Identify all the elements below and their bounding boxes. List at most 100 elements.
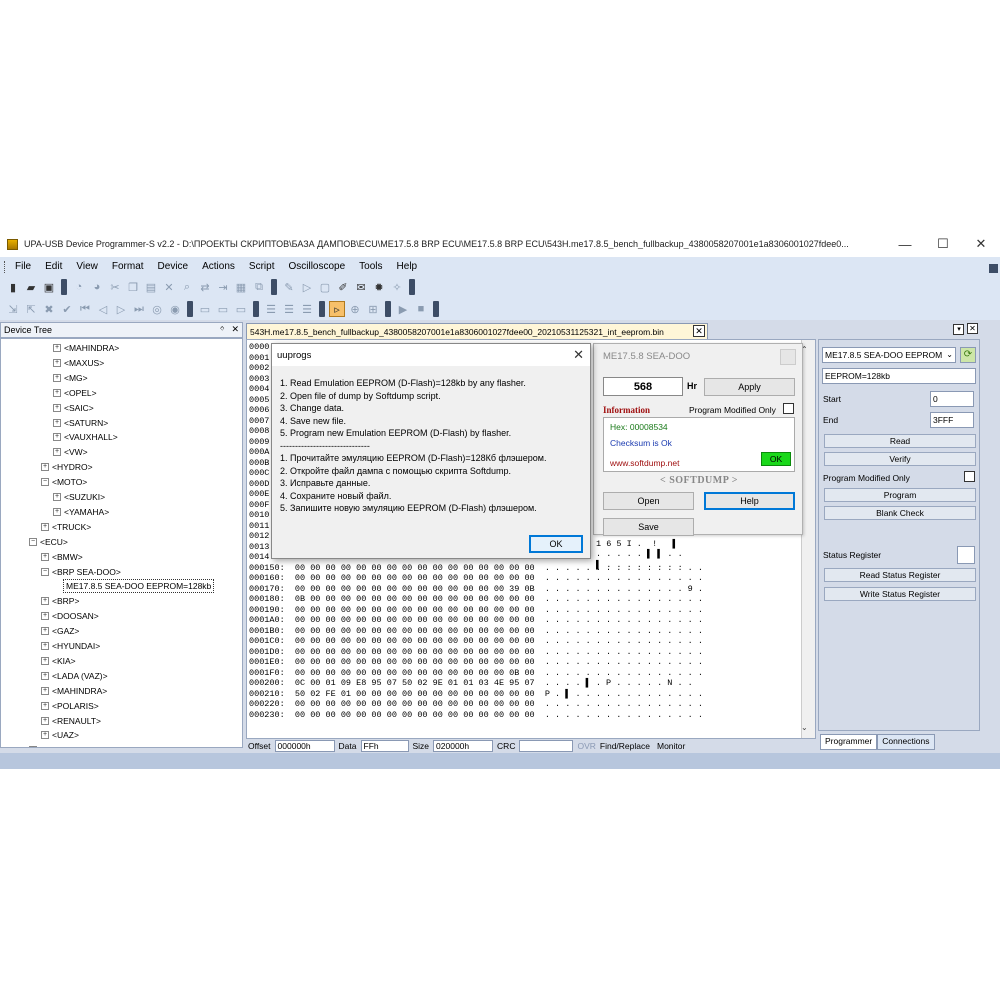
read-status-register-button[interactable]: Read Status Register bbox=[824, 568, 976, 582]
cut-icon[interactable]: ✂ bbox=[107, 279, 123, 295]
write-icon[interactable]: ⇱ bbox=[23, 301, 39, 317]
stop-square-icon[interactable]: ■ bbox=[413, 301, 429, 317]
hex-row[interactable]: 0007 bbox=[249, 416, 269, 426]
next-icon[interactable]: ▷ bbox=[113, 301, 129, 317]
select-icon[interactable]: ▹ bbox=[329, 301, 345, 317]
write-status-register-button[interactable]: Write Status Register bbox=[824, 587, 976, 601]
offset-field[interactable]: 000000h bbox=[274, 740, 335, 752]
hex-row[interactable]: 000160: 00 00 00 00 00 00 00 00 00 00 00… bbox=[249, 573, 703, 583]
menu-help[interactable]: Help bbox=[390, 261, 425, 272]
crc-field[interactable] bbox=[519, 740, 574, 752]
tools-icon[interactable]: ✧ bbox=[389, 279, 405, 295]
hex-row[interactable]: 0003 bbox=[249, 374, 269, 384]
monitor-link[interactable]: Monitor bbox=[657, 741, 685, 751]
read-icon[interactable]: ⇲ bbox=[5, 301, 21, 317]
maximize-button[interactable]: ☐ bbox=[924, 231, 962, 257]
hex-row[interactable]: 000F bbox=[249, 500, 269, 510]
zoom-icon[interactable]: ⊕ bbox=[347, 301, 363, 317]
hex-row[interactable]: 000A bbox=[249, 447, 269, 457]
dropdown-icon[interactable]: ▾ bbox=[953, 324, 965, 335]
hex-row[interactable]: 000180: 0B 00 00 00 00 00 00 00 00 00 00… bbox=[249, 594, 703, 604]
hex-row[interactable]: 0001D0: 00 00 00 00 00 00 00 00 00 00 00… bbox=[249, 647, 703, 657]
menu-overflow-icon[interactable] bbox=[989, 264, 998, 273]
hex-row[interactable]: 0013 bbox=[249, 542, 269, 552]
erase-icon[interactable]: ✖ bbox=[41, 301, 57, 317]
replace-icon[interactable]: ⇄ bbox=[197, 279, 213, 295]
menu-device[interactable]: Device bbox=[151, 261, 196, 272]
menu-format[interactable]: Format bbox=[105, 261, 151, 272]
script-icon[interactable]: ✎ bbox=[281, 279, 297, 295]
dialog-ok-button[interactable]: OK bbox=[529, 535, 583, 553]
collapse-icon[interactable]: − bbox=[41, 567, 49, 576]
editor-tab[interactable]: 543H.me17.8.5_bench_fullbackup_438005820… bbox=[246, 323, 708, 339]
tree-node[interactable]: + <POLARIS> bbox=[41, 699, 99, 713]
tree-node[interactable]: + <OPEL> bbox=[53, 386, 97, 400]
menu-tools[interactable]: Tools bbox=[352, 261, 389, 272]
program-button[interactable]: Program bbox=[824, 488, 976, 502]
format3-icon[interactable]: ☰ bbox=[299, 301, 315, 317]
expand-icon[interactable]: + bbox=[53, 448, 61, 457]
find-replace-link[interactable]: Find/Replace bbox=[600, 741, 650, 751]
script-manager-icon[interactable]: ✉ bbox=[353, 279, 369, 295]
expand-icon[interactable]: + bbox=[41, 463, 49, 472]
refresh-icon[interactable]: ⟳ bbox=[960, 347, 976, 363]
expand-icon[interactable]: + bbox=[41, 552, 49, 561]
sd-program-modified-only-checkbox[interactable] bbox=[783, 403, 794, 414]
expand-icon[interactable]: + bbox=[41, 731, 49, 740]
hex-row[interactable]: 0001F0: 00 00 00 00 00 00 00 00 00 00 00… bbox=[249, 668, 703, 678]
hex-row[interactable]: 000C bbox=[249, 468, 269, 478]
expand-icon[interactable]: + bbox=[41, 627, 49, 636]
hex-row[interactable]: 0000 bbox=[249, 342, 269, 352]
hex-row[interactable]: 0008 bbox=[249, 426, 269, 436]
softdump-close-button[interactable] bbox=[780, 349, 796, 365]
hex-row[interactable]: 0011 bbox=[249, 521, 269, 531]
expand-icon[interactable]: + bbox=[41, 671, 49, 680]
tree-node[interactable]: + <KIA> bbox=[41, 654, 76, 668]
tree-node[interactable]: − <BRP SEA-DOO> bbox=[41, 565, 121, 579]
menu-edit[interactable]: Edit bbox=[38, 261, 69, 272]
format2-icon[interactable]: ☰ bbox=[281, 301, 297, 317]
view3-icon[interactable]: ▭ bbox=[233, 301, 249, 317]
close-window-button[interactable]: ✕ bbox=[962, 231, 1000, 257]
hours-input[interactable]: 568 bbox=[603, 377, 683, 396]
expand-icon[interactable]: + bbox=[41, 701, 49, 710]
blank-check-button[interactable]: Blank Check bbox=[824, 506, 976, 520]
hex-row[interactable]: 0004 bbox=[249, 384, 269, 394]
minimize-button[interactable]: — bbox=[886, 231, 924, 257]
view1-icon[interactable]: ▭ bbox=[197, 301, 213, 317]
hex-row[interactable]: 0001C0: 00 00 00 00 00 00 00 00 00 00 00… bbox=[249, 636, 703, 646]
tree-node[interactable]: − <ECU> bbox=[29, 535, 68, 549]
start-input[interactable]: 0 bbox=[930, 391, 974, 407]
hex-row[interactable]: 0005 bbox=[249, 395, 269, 405]
tree-node[interactable]: + <BRP> bbox=[41, 594, 79, 608]
tree-node[interactable]: + <YAMAHA> bbox=[53, 505, 109, 519]
hex-row[interactable]: 000D bbox=[249, 479, 269, 489]
tab-connections[interactable]: Connections bbox=[877, 734, 935, 750]
hex-row[interactable]: 000230: 00 00 00 00 00 00 00 00 00 00 00… bbox=[249, 710, 703, 720]
verify-button[interactable]: Verify bbox=[824, 452, 976, 466]
menu-script[interactable]: Script bbox=[242, 261, 282, 272]
hex-row[interactable]: 0010 bbox=[249, 510, 269, 520]
apply-button[interactable]: Apply bbox=[704, 378, 795, 396]
open-folder-icon[interactable]: ▰ bbox=[23, 279, 39, 295]
tree-node[interactable]: + <HYUNDAI> bbox=[41, 639, 100, 653]
open-button[interactable]: Open bbox=[603, 492, 694, 510]
expand-icon[interactable]: + bbox=[41, 612, 49, 621]
goto-icon[interactable]: ⇥ bbox=[215, 279, 231, 295]
tree-node[interactable]: + <SAIC> bbox=[53, 401, 94, 415]
close-tab-icon[interactable]: ✕ bbox=[693, 325, 705, 337]
hex-row[interactable]: 0001E0: 00 00 00 00 00 00 00 00 00 00 00… bbox=[249, 657, 703, 667]
program-modified-only-checkbox[interactable] bbox=[964, 471, 975, 482]
calc-icon[interactable]: ▦ bbox=[233, 279, 249, 295]
size-field[interactable]: 020000h bbox=[433, 740, 494, 752]
save-icon[interactable]: ▣ bbox=[41, 279, 57, 295]
save-button[interactable]: Save bbox=[603, 518, 694, 536]
close-pane-icon[interactable]: ✕ bbox=[967, 323, 978, 334]
end-input[interactable]: 3FFF bbox=[930, 412, 974, 428]
run-script-icon[interactable]: ▷ bbox=[299, 279, 315, 295]
collapse-icon[interactable]: − bbox=[41, 478, 49, 487]
menu-file[interactable]: File bbox=[8, 261, 38, 272]
view2-icon[interactable]: ▭ bbox=[215, 301, 231, 317]
expand-icon[interactable]: + bbox=[53, 358, 61, 367]
tree-node[interactable]: + <DOOSAN> bbox=[41, 609, 99, 623]
